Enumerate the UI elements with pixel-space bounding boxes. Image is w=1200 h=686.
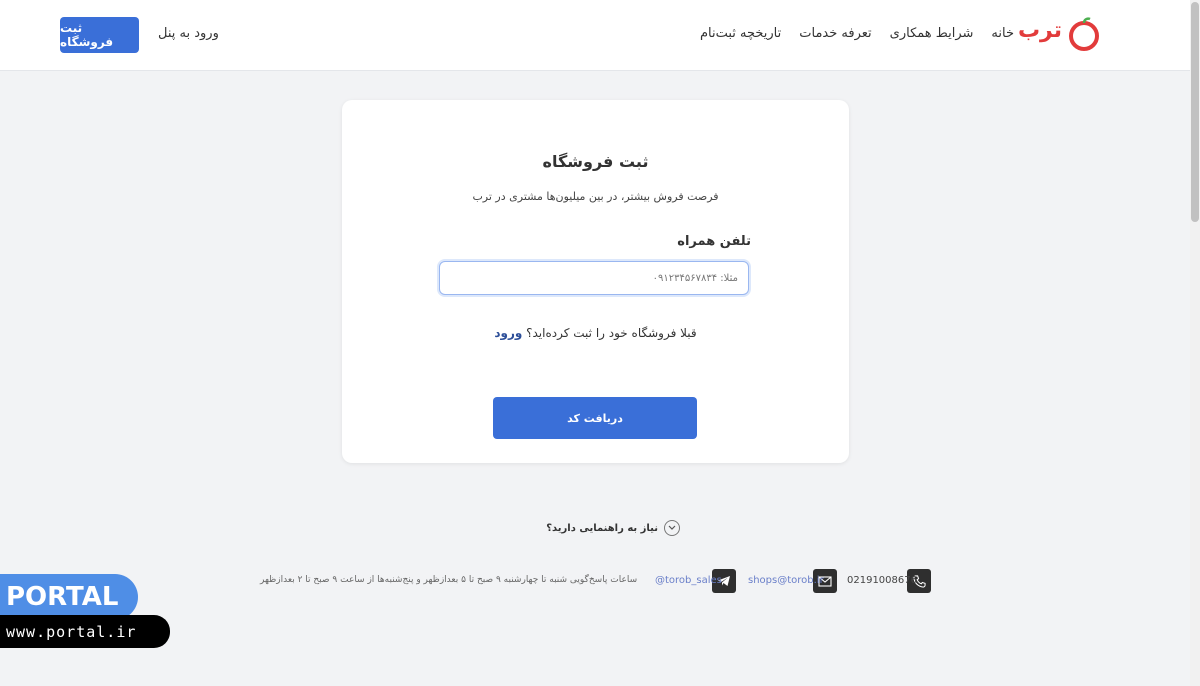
nav-history[interactable]: تاریخچه ثبت‌نام — [700, 26, 781, 41]
login-panel-link[interactable]: ورود به پنل — [158, 26, 219, 41]
email-link[interactable]: shops@torob.ir — [748, 575, 824, 586]
help-toggle[interactable]: نیاز به راهنمایی دارید؟ — [520, 520, 680, 536]
help-label: نیاز به راهنمایی دارید؟ — [546, 522, 658, 534]
top-header: ترب خانه شرایط همکاری تعرفه خدمات تاریخچ… — [0, 0, 1190, 71]
support-hours: ساعات پاسخ‌گویی شنبه تا چهارشنبه ۹ صبح ت… — [260, 575, 638, 585]
register-shop-button[interactable]: ثبت فروشگاه — [60, 17, 139, 53]
get-code-button[interactable]: دریافت کد — [493, 397, 697, 439]
main-nav: خانه شرایط همکاری تعرفه خدمات تاریخچه ثب… — [700, 26, 1014, 41]
nav-home[interactable]: خانه — [991, 26, 1014, 41]
logo-text[interactable]: ترب — [1018, 18, 1062, 43]
torob-logo-icon[interactable] — [1066, 16, 1102, 52]
portal-watermark-badge: PORTAL — [0, 574, 138, 620]
card-subtitle: فرصت فروش بیشتر، در بین میلیون‌ها مشتری … — [472, 190, 719, 203]
page-scrollbar[interactable] — [1190, 0, 1200, 686]
already-registered-text: قبلا فروشگاه خود را ثبت کرده‌اید؟ — [526, 326, 697, 340]
login-link[interactable]: ورود — [494, 326, 522, 340]
nav-terms[interactable]: شرایط همکاری — [890, 26, 974, 41]
phone-label: تلفن همراه — [677, 234, 751, 249]
card-title: ثبت فروشگاه — [542, 152, 649, 171]
scrollbar-thumb[interactable] — [1191, 2, 1199, 222]
register-card: ثبت فروشگاه فرصت فروش بیشتر، در بین میلی… — [342, 100, 849, 463]
already-registered-line: قبلا فروشگاه خود را ثبت کرده‌اید؟ ورود — [342, 326, 849, 340]
nav-pricing[interactable]: تعرفه خدمات — [799, 26, 871, 41]
chevron-down-icon — [664, 520, 680, 536]
telegram-link[interactable]: @torob_sales — [655, 575, 722, 586]
phone-input[interactable] — [439, 261, 749, 295]
contact-footer: 02191008676 shops@torob.ir @torob_sales … — [0, 569, 1190, 595]
portal-watermark-url: www.portal.ir — [0, 615, 170, 648]
phone-number[interactable]: 02191008676 — [847, 575, 917, 586]
